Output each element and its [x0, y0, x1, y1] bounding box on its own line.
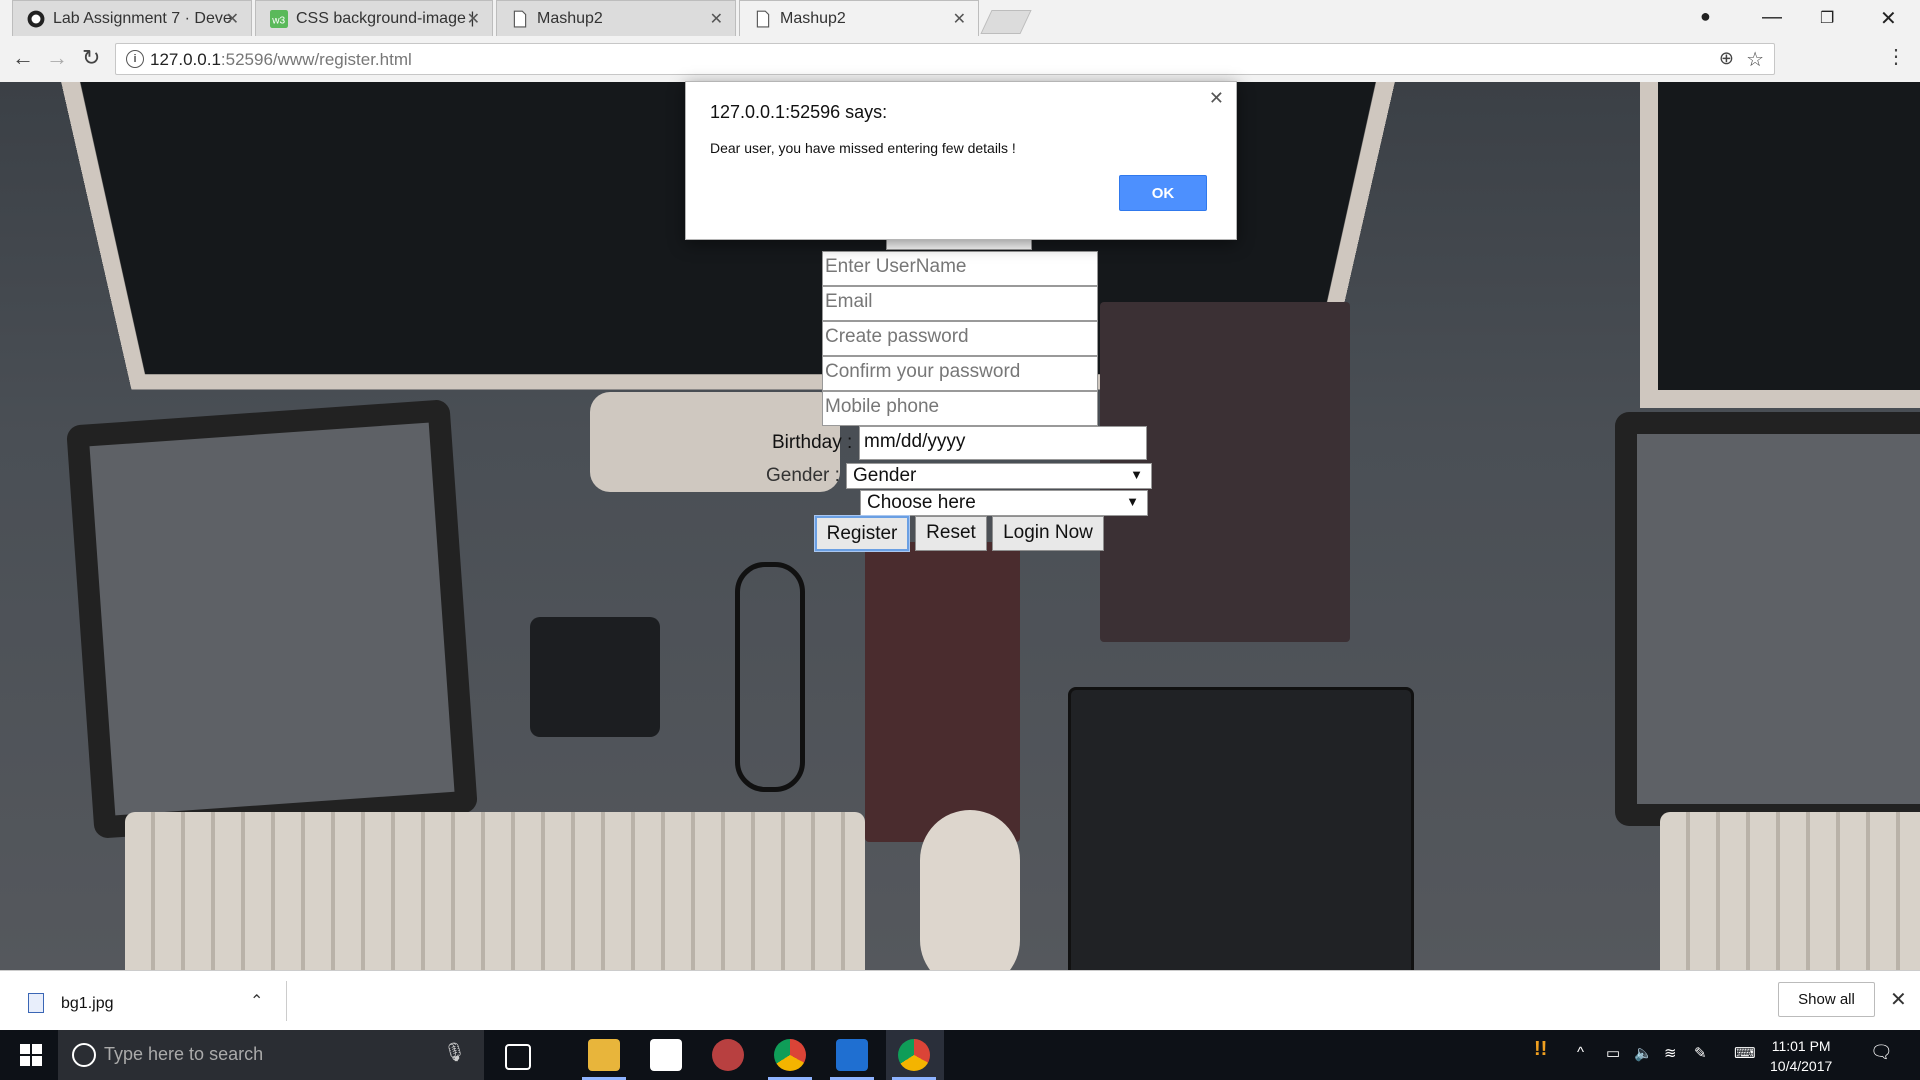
paint-icon[interactable] [712, 1039, 744, 1071]
dropdown-arrow-icon: ▼ [1130, 467, 1143, 482]
github-icon [27, 10, 45, 28]
url-text: 127.0.0.1:52596/www/register.html [150, 50, 412, 69]
login-now-button[interactable]: Login Now [992, 516, 1104, 551]
close-tab-icon[interactable]: ✕ [467, 9, 480, 29]
close-window-icon[interactable]: ✕ [1880, 6, 1897, 31]
close-tab-icon[interactable]: ✕ [226, 9, 239, 29]
cortana-icon [72, 1043, 96, 1067]
image-file-icon [28, 993, 44, 1013]
warning-icon[interactable]: !! [1534, 1038, 1547, 1061]
profile-icon[interactable]: ● [1700, 6, 1711, 27]
tab-mashup2-active[interactable]: Mashup2 ✕ [739, 0, 979, 36]
gender-select-value: Gender [853, 465, 917, 486]
page-icon [513, 10, 527, 28]
pen-icon[interactable]: ✎ [1694, 1044, 1707, 1062]
reload-icon[interactable]: ↻ [82, 45, 100, 71]
taskbar: Type here to search 🎙 !! ^ ▭ 🔈 ≋ ✎ ⌨ 11:… [0, 1030, 1920, 1080]
tab-label: Lab Assignment 7 · Deve [53, 10, 232, 27]
chrome-icon[interactable] [898, 1039, 930, 1071]
tab-label: Mashup2 [537, 10, 603, 27]
location-select[interactable]: Choose here ▼ [860, 490, 1148, 516]
store-icon[interactable] [650, 1039, 682, 1071]
menu-icon[interactable]: ⋮ [1886, 44, 1906, 69]
volume-icon[interactable]: 🔈 [1634, 1044, 1653, 1062]
notifications-icon[interactable]: 🗨 [1870, 1042, 1893, 1063]
close-tab-icon[interactable]: ✕ [953, 9, 966, 29]
tab-label: CSS background-image | [296, 10, 475, 27]
minimize-icon[interactable]: — [1762, 6, 1782, 29]
phone-dock-image [530, 617, 660, 737]
birthday-input[interactable]: mm/dd/yyyy [859, 426, 1147, 460]
page-icon [756, 10, 770, 28]
battery-icon[interactable]: ▭ [1606, 1044, 1620, 1062]
tablet-image [66, 399, 478, 839]
email-input[interactable]: Email [822, 286, 1098, 321]
divider [286, 981, 287, 1021]
close-dialog-icon[interactable]: ✕ [1209, 88, 1224, 109]
forward-icon[interactable]: → [46, 45, 68, 71]
notebook-image [865, 542, 1020, 842]
drawing-pad-image [1068, 687, 1414, 970]
w3-icon: w3 [270, 10, 288, 28]
glasses-image [735, 562, 805, 792]
clock-date: 10/4/2017 [1770, 1058, 1833, 1074]
tab-lab-assignment[interactable]: Lab Assignment 7 · Deve ✕ [12, 0, 252, 36]
dropdown-arrow-icon: ▼ [1126, 494, 1139, 509]
bookmark-star-icon[interactable]: ☆ [1746, 47, 1764, 72]
chevron-up-icon[interactable]: ^ [1577, 1044, 1584, 1061]
tab-label: Mashup2 [780, 10, 846, 27]
gender-select[interactable]: Gender ▼ [846, 463, 1152, 489]
address-bar[interactable]: i 127.0.0.1:52596/www/register.html ⊕ ☆ [115, 43, 1775, 75]
register-button[interactable]: Register [815, 516, 909, 551]
zoom-icon[interactable]: ⊕ [1719, 48, 1734, 69]
clock-time: 11:01 PM [1771, 1038, 1831, 1054]
download-filename[interactable]: bg1.jpg [61, 995, 114, 1013]
keyboard-image [125, 812, 865, 970]
username-input[interactable]: Enter UserName [822, 251, 1098, 286]
confirm-password-input[interactable]: Confirm your password [822, 356, 1098, 391]
password-input[interactable]: Create password [822, 321, 1098, 356]
show-all-button[interactable]: Show all [1778, 982, 1875, 1017]
tab-strip: Lab Assignment 7 · Deve ✕ w3 CSS backgro… [0, 0, 1920, 36]
keyboard-icon[interactable]: ⌨ [1734, 1044, 1756, 1062]
windows-start-icon[interactable] [20, 1044, 42, 1066]
file-explorer-icon[interactable] [588, 1039, 620, 1071]
back-icon[interactable]: ← [12, 45, 34, 71]
app-icon[interactable] [836, 1039, 868, 1071]
reset-button[interactable]: Reset [915, 516, 987, 551]
mouse-image [920, 810, 1020, 970]
info-icon[interactable]: i [126, 50, 144, 68]
clock[interactable]: 11:01 PM 10/4/2017 [1770, 1036, 1832, 1076]
close-shelf-icon[interactable]: ✕ [1890, 987, 1907, 1012]
wifi-icon[interactable]: ≋ [1664, 1044, 1677, 1062]
tab-mashup2[interactable]: Mashup2 ✕ [496, 0, 736, 36]
ok-button[interactable]: OK [1119, 175, 1207, 211]
birthday-label: Birthday : [772, 432, 853, 453]
dialog-title: 127.0.0.1:52596 says: [710, 102, 888, 122]
mobile-phone-input[interactable]: Mobile phone [822, 391, 1098, 426]
taskbar-search[interactable]: Type here to search 🎙 [58, 1030, 484, 1080]
svg-text:w3: w3 [271, 16, 285, 27]
gender-label: Gender : [766, 465, 840, 486]
restore-icon[interactable]: ❐ [1820, 8, 1834, 28]
download-shelf: bg1.jpg ⌃ Show all ✕ [0, 970, 1920, 1031]
alert-dialog: 127.0.0.1:52596 says: ✕ Dear user, you h… [685, 81, 1237, 240]
location-select-value: Choose here [867, 492, 976, 513]
chrome-icon[interactable] [774, 1039, 806, 1071]
new-tab-button[interactable] [980, 10, 1032, 34]
task-view-icon[interactable] [505, 1044, 531, 1070]
close-tab-icon[interactable]: ✕ [710, 9, 723, 29]
chevron-up-icon[interactable]: ⌃ [250, 991, 263, 1011]
tablet-image [1615, 412, 1920, 826]
monitor-image [1640, 82, 1920, 408]
dialog-message: Dear user, you have missed entering few … [710, 140, 1016, 156]
browser-toolbar: ← → ↻ i 127.0.0.1:52596/www/register.htm… [0, 36, 1920, 83]
keyboard-image [1660, 812, 1920, 970]
microphone-icon[interactable]: 🎙 [443, 1042, 466, 1063]
tab-css-background[interactable]: w3 CSS background-image | ✕ [255, 0, 493, 36]
search-placeholder: Type here to search [104, 1044, 264, 1064]
